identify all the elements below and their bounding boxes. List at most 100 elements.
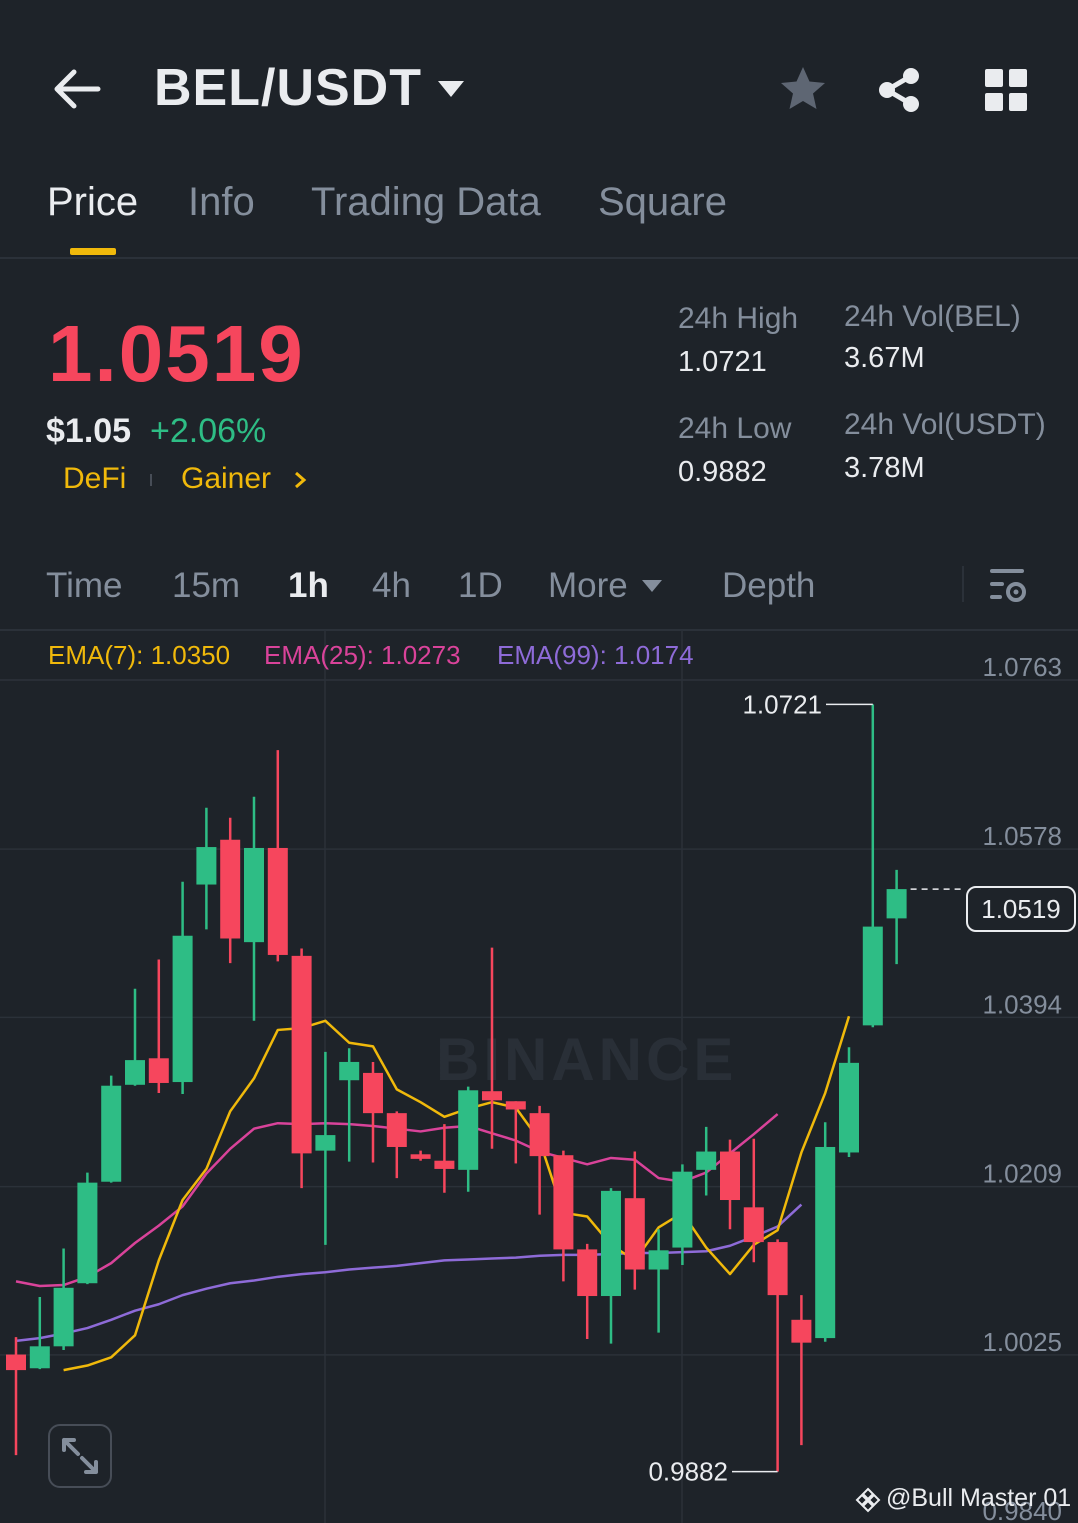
caret-down-icon[interactable]	[640, 578, 664, 594]
candle-body	[291, 955, 312, 1154]
low-marker-label: 0.9882	[648, 1457, 728, 1487]
tab-info[interactable]: Info	[188, 180, 255, 225]
change-percent: +2.06%	[150, 412, 267, 450]
vol-base-value: 3.67M	[844, 342, 925, 374]
candle-body	[53, 1287, 74, 1347]
candle	[505, 1101, 526, 1164]
grid-icon[interactable]	[984, 68, 1028, 112]
credit-text: @Bull Master 01	[886, 1484, 1072, 1512]
candle	[125, 988, 145, 1086]
candle-body	[339, 1061, 360, 1081]
candle	[315, 1051, 336, 1245]
candle	[196, 807, 217, 930]
candle	[77, 1172, 98, 1285]
candle-body	[434, 1160, 455, 1169]
tab-divider	[0, 257, 1078, 259]
candle	[862, 704, 883, 1028]
candle-body	[148, 1058, 169, 1083]
candle	[815, 1122, 836, 1342]
candle-body	[410, 1154, 431, 1159]
candle	[624, 1151, 645, 1290]
interval-1h[interactable]: 1h	[288, 566, 329, 606]
y-axis-ticks: 1.07631.05781.03941.02091.00250.9840	[982, 652, 1062, 1523]
tab-trading-data[interactable]: Trading Data	[311, 180, 541, 225]
fullscreen-button[interactable]	[48, 1424, 112, 1488]
tag-gainer[interactable]: Gainer	[181, 462, 271, 496]
interval-depth[interactable]: Depth	[722, 566, 815, 606]
candle	[220, 817, 241, 964]
candle	[696, 1126, 717, 1196]
ema99-label: EMA(99): 1.0174	[497, 640, 694, 670]
candle	[743, 1138, 764, 1263]
candle	[482, 947, 502, 1149]
candle-body	[505, 1101, 526, 1110]
tab-price[interactable]: Price	[47, 180, 138, 225]
candle-body	[125, 1060, 145, 1085]
interval-15m[interactable]: 15m	[172, 566, 240, 606]
candle-body	[267, 847, 288, 955]
toolbar-separator	[962, 566, 964, 602]
candle	[172, 881, 193, 1094]
candle-body	[696, 1151, 717, 1170]
y-tick-label: 1.0763	[982, 652, 1062, 682]
candle	[720, 1139, 740, 1230]
candle	[363, 1061, 383, 1163]
candle	[839, 1047, 859, 1158]
candle	[672, 1164, 693, 1265]
candle	[244, 796, 264, 1021]
candle	[577, 1243, 598, 1340]
candle-body	[172, 935, 193, 1083]
candlestick-chart[interactable]: 1.07631.05781.03941.02091.00250.9840 1.0…	[0, 630, 1078, 1523]
candle-body	[363, 1072, 383, 1114]
candle-body	[743, 1207, 764, 1243]
low-label: 24h Low	[678, 412, 792, 445]
candle-body	[648, 1250, 669, 1270]
chevron-right-icon[interactable]	[292, 470, 308, 490]
high-label: 24h High	[678, 302, 799, 335]
interval-more[interactable]: More	[548, 566, 628, 606]
candle-body	[553, 1155, 574, 1250]
share-icon[interactable]	[876, 66, 922, 114]
candle	[339, 1048, 360, 1162]
candle-body	[529, 1113, 550, 1157]
candle	[434, 1124, 455, 1193]
candle-body	[458, 1090, 479, 1170]
interval-time[interactable]: Time	[46, 566, 122, 606]
candle-body	[196, 847, 217, 885]
candle	[53, 1248, 74, 1350]
arrow-left-icon[interactable]	[52, 66, 102, 112]
ema7-label: EMA(7): 1.0350	[48, 640, 231, 670]
y-tick-label: 1.0025	[982, 1327, 1062, 1357]
star-icon[interactable]	[778, 64, 828, 114]
interval-4h[interactable]: 4h	[372, 566, 411, 606]
candle	[29, 1296, 50, 1370]
last-price: 1.0519	[48, 309, 305, 398]
candle-body	[220, 839, 241, 939]
candle-body	[386, 1113, 407, 1147]
interval-1d[interactable]: 1D	[458, 566, 503, 606]
candle	[101, 1075, 122, 1183]
candle-body	[6, 1354, 26, 1371]
tag-defi[interactable]: DeFi	[63, 462, 126, 496]
vol-quote-label: 24h Vol(USDT)	[844, 408, 1046, 441]
candle	[791, 1295, 812, 1446]
chart-settings-icon[interactable]	[986, 565, 1028, 607]
caret-down-icon[interactable]	[436, 78, 466, 100]
candle-body	[101, 1085, 122, 1182]
candle-body	[601, 1190, 621, 1297]
candle	[601, 1188, 621, 1344]
candle-body	[77, 1182, 98, 1284]
candle	[291, 948, 312, 1189]
candle	[267, 750, 288, 962]
tag-separator	[150, 474, 152, 486]
candle-body	[672, 1171, 693, 1248]
candles	[6, 704, 907, 1472]
pair-title[interactable]: BEL/USDT	[154, 58, 422, 118]
candle-body	[244, 847, 264, 943]
y-tick-label: 1.0209	[982, 1159, 1062, 1189]
ema25-label: EMA(25): 1.0273	[264, 640, 461, 670]
candle-body	[815, 1146, 836, 1339]
candle	[886, 869, 907, 965]
vol-quote-value: 3.78M	[844, 452, 925, 484]
tab-square[interactable]: Square	[598, 180, 727, 225]
